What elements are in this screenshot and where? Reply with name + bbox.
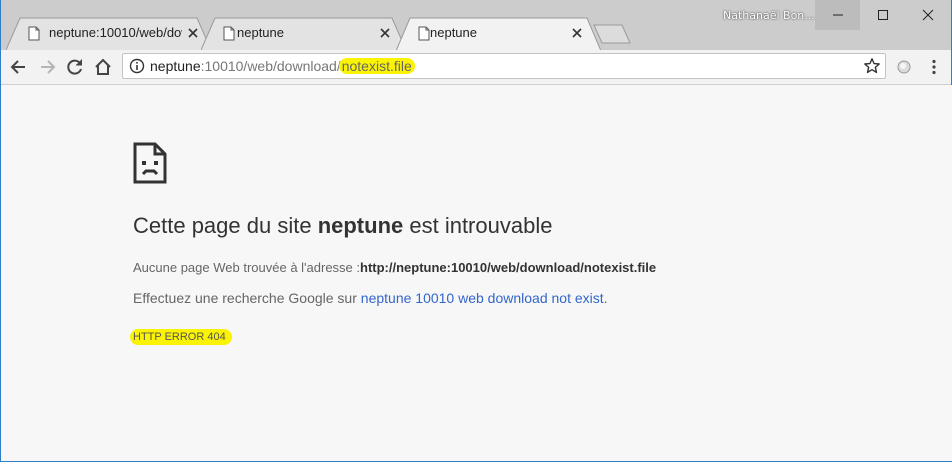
search-suggestion: Effectuez une recherche Google sur neptu…	[133, 290, 608, 306]
browser-window: neptune:10010/web/dow neptune neptune Na…	[0, 0, 952, 462]
address-bar[interactable]: neptune:10010/web/download/notexist.file	[122, 53, 886, 79]
reload-icon[interactable]	[65, 57, 85, 77]
error-detail: Aucune page Web trouvée à l'adresse :htt…	[133, 260, 656, 275]
close-icon[interactable]	[571, 27, 583, 39]
page-icon	[28, 26, 40, 41]
close-icon[interactable]	[187, 27, 199, 39]
close-icon[interactable]	[379, 27, 391, 39]
window-close-button[interactable]	[905, 0, 950, 30]
search-prefix: Effectuez une recherche Google sur	[133, 290, 361, 306]
error-code: HTTP ERROR 404	[130, 329, 232, 345]
detail-prefix: Aucune page Web trouvée à l'adresse :	[133, 260, 360, 275]
search-suffix: .	[603, 290, 608, 306]
extension-icon[interactable]	[897, 60, 911, 74]
url-host: neptune	[150, 58, 201, 74]
tab-title: neptune	[237, 25, 284, 40]
headline-suffix: est introuvable	[403, 213, 553, 238]
forward-arrow-icon[interactable]	[37, 57, 57, 77]
back-arrow-icon[interactable]	[9, 57, 29, 77]
tab-1[interactable]: neptune:10010/web/dow	[6, 17, 211, 50]
sad-page-icon	[133, 142, 167, 184]
url-path: :10010/web/download/	[200, 58, 341, 74]
home-icon[interactable]	[93, 57, 113, 77]
error-page: Cette page du site neptune est introuvab…	[2, 85, 952, 461]
tab-2[interactable]: neptune	[201, 17, 406, 50]
page-icon	[223, 26, 235, 41]
profile-name[interactable]: Nathanaël Bon...	[723, 9, 815, 22]
detail-url: http://neptune:10010/web/download/notexi…	[360, 260, 657, 275]
new-tab-button[interactable]	[593, 24, 631, 44]
minimize-button[interactable]	[815, 0, 860, 30]
window-close-icon	[922, 9, 933, 21]
headline-prefix: Cette page du site	[133, 213, 318, 238]
star-icon[interactable]	[863, 57, 881, 75]
tab-title: neptune:10010/web/dow	[49, 25, 182, 40]
tab-3-active[interactable]: neptune	[396, 17, 601, 51]
maximize-button[interactable]	[860, 0, 905, 30]
minimize-icon	[832, 14, 843, 16]
info-icon[interactable]	[129, 58, 145, 74]
maximize-icon	[877, 10, 888, 20]
menu-dots-icon[interactable]	[930, 59, 938, 75]
url-text[interactable]: neptune:10010/web/download/notexist.file	[150, 58, 415, 74]
tab-title: neptune	[430, 25, 477, 40]
url-highlighted-filename: notexist.file	[338, 58, 415, 74]
headline-host: neptune	[317, 213, 404, 238]
toolbar: neptune:10010/web/download/notexist.file	[1, 50, 951, 85]
title-bar: neptune:10010/web/dow neptune neptune Na…	[1, 0, 951, 51]
error-headline: Cette page du site neptune est introuvab…	[133, 213, 552, 239]
search-link[interactable]: neptune 10010 web download not exist	[361, 290, 604, 306]
page-icon	[418, 26, 430, 41]
